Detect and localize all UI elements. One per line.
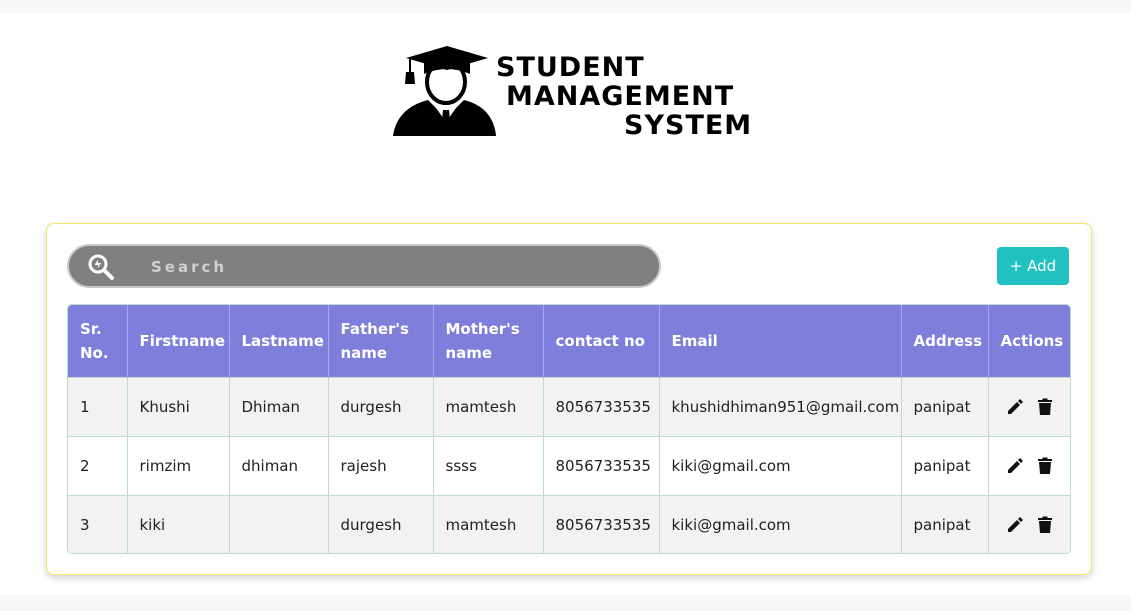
app-logo: STUDENT MANAGEMENT SYSTEM <box>390 44 762 140</box>
logo-line-2: MANAGEMENT <box>506 81 735 112</box>
cell-contact-no: 8056733535 <box>543 376 660 436</box>
cell-mother-name: mamtesh <box>433 494 544 553</box>
logo-line-3: SYSTEM <box>624 110 753 141</box>
header-contact-no: contact no <box>543 305 660 377</box>
edit-icon[interactable] <box>1006 516 1024 534</box>
table-row: 1 Khushi Dhiman durgesh mamtesh 80567335… <box>68 376 1070 436</box>
graduate-icon <box>393 46 496 136</box>
header-email: Email <box>659 305 902 377</box>
cell-father-name: durgesh <box>328 376 434 436</box>
cell-firstname: rimzim <box>127 435 230 495</box>
cell-email: khushidhiman951@gmail.com <box>659 376 902 436</box>
cell-firstname: Khushi <box>127 376 230 436</box>
edit-icon[interactable] <box>1006 457 1024 475</box>
header-father-name: Father's name <box>328 305 434 377</box>
header-sr-no: Sr. No. <box>68 305 128 377</box>
table-row: 3 kiki durgesh mamtesh 8056733535 kiki@g… <box>68 494 1070 553</box>
cell-address: panipat <box>901 494 989 553</box>
delete-icon[interactable] <box>1036 516 1054 534</box>
cell-actions <box>988 494 1070 553</box>
cell-contact-no: 8056733535 <box>543 494 660 553</box>
cell-sr-no: 2 <box>68 435 128 495</box>
cell-actions <box>988 435 1070 495</box>
header-address: Address <box>901 305 989 377</box>
cell-address: panipat <box>901 376 989 436</box>
logo-line-1: STUDENT <box>496 52 645 83</box>
table-header-row: Sr. No. Firstname Lastname Father's name… <box>68 305 1070 377</box>
cell-sr-no: 1 <box>68 376 128 436</box>
add-button[interactable]: + Add <box>997 247 1069 285</box>
cell-father-name: durgesh <box>328 494 434 553</box>
students-card: + Add Sr. No. Firstname Lastname Father' <box>46 223 1092 575</box>
header-firstname: Firstname <box>127 305 230 377</box>
cell-lastname: dhiman <box>229 435 329 495</box>
cell-sr-no: 3 <box>68 494 128 553</box>
cell-father-name: rajesh <box>328 435 434 495</box>
top-strip <box>0 0 1131 13</box>
delete-icon[interactable] <box>1036 457 1054 475</box>
delete-icon[interactable] <box>1036 398 1054 416</box>
cell-email: kiki@gmail.com <box>659 494 902 553</box>
header-lastname: Lastname <box>229 305 329 377</box>
search-icon[interactable] <box>87 253 115 281</box>
cell-address: panipat <box>901 435 989 495</box>
bottom-strip <box>0 595 1131 611</box>
table-row: 2 rimzim dhiman rajesh ssss 8056733535 k… <box>68 435 1070 495</box>
cell-contact-no: 8056733535 <box>543 435 660 495</box>
search-input[interactable] <box>151 256 631 278</box>
cell-lastname <box>229 494 329 553</box>
cell-firstname: kiki <box>127 494 230 553</box>
header-actions: Actions <box>988 305 1070 377</box>
cell-actions <box>988 376 1070 436</box>
cell-mother-name: mamtesh <box>433 376 544 436</box>
cell-lastname: Dhiman <box>229 376 329 436</box>
edit-icon[interactable] <box>1006 398 1024 416</box>
search-bar[interactable] <box>67 244 661 288</box>
cell-email: kiki@gmail.com <box>659 435 902 495</box>
students-table: Sr. No. Firstname Lastname Father's name… <box>67 304 1071 554</box>
cell-mother-name: ssss <box>433 435 544 495</box>
header-mother-name: Mother's name <box>433 305 544 377</box>
